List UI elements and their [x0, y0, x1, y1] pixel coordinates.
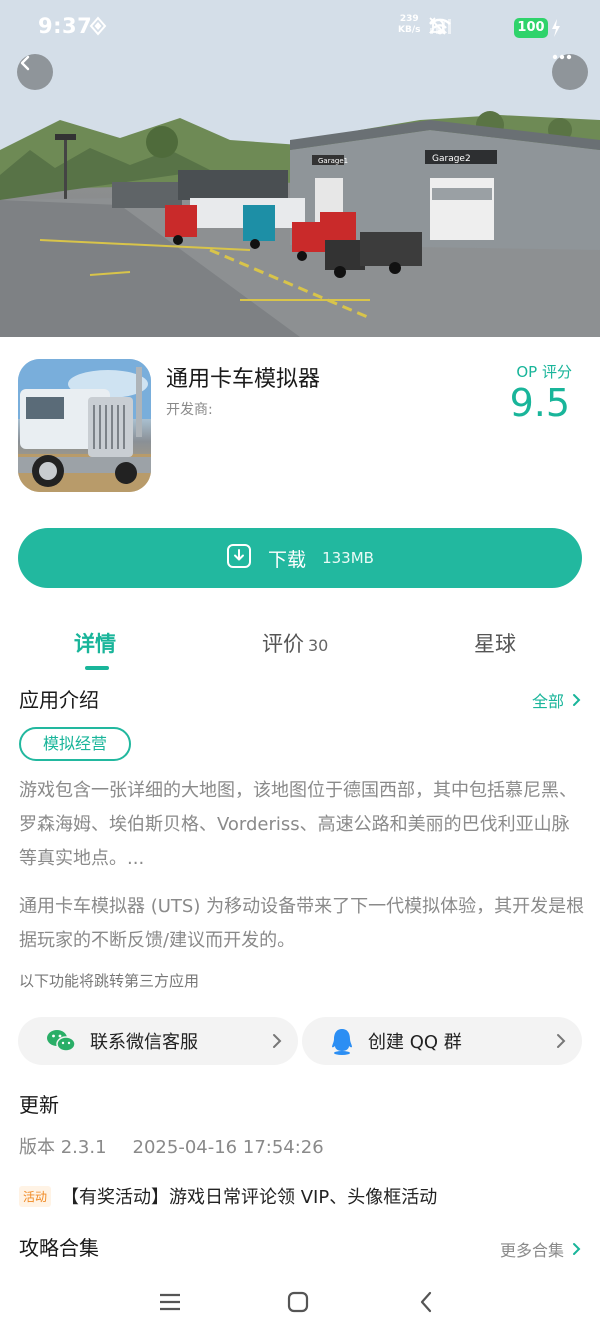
- tab-bar: 详情 评价 30 星球: [0, 620, 600, 670]
- version-info: 版本 2.3.1 2025-04-16 17:54:26: [19, 1133, 324, 1159]
- menu-icon: [160, 1293, 180, 1311]
- intro-paragraph-1: 游戏包含一张详细的大地图，该地图位于德国西部，其中包括慕尼黑、罗森海姆、埃伯斯贝…: [19, 780, 577, 869]
- system-back-button[interactable]: [406, 1282, 446, 1322]
- net-speed: 239 KB/s: [398, 14, 420, 36]
- tab-reviews-label: 评价: [262, 632, 304, 656]
- chevron-right-icon: [573, 1243, 581, 1255]
- app-name: 通用卡车模拟器: [166, 367, 321, 392]
- developer-label: 开发商:: [166, 402, 213, 418]
- third-party-hint: 以下功能将跳转第三方应用: [19, 972, 200, 990]
- garage1-sign: Garage1: [318, 157, 348, 165]
- net-speed-unit: KB/s: [398, 25, 421, 35]
- download-label: 下载: [268, 548, 307, 571]
- category-tag[interactable]: 模拟经营: [19, 727, 132, 761]
- guides-more-label: 更多合集: [499, 1241, 564, 1260]
- more-dots-icon: [552, 54, 572, 60]
- status-time: 9:37: [38, 14, 93, 38]
- system-nav-bar: [0, 1270, 600, 1333]
- intro-more-link[interactable]: 全部: [532, 688, 582, 712]
- intro-more-label: 全部: [531, 692, 564, 711]
- back-button[interactable]: [17, 54, 53, 90]
- home-button[interactable]: [278, 1282, 318, 1322]
- activity-badge: 活动: [19, 1185, 52, 1207]
- qq-icon: [330, 1027, 354, 1055]
- contact-wechat-label: 联系微信客服: [90, 1032, 198, 1053]
- more-button[interactable]: [552, 54, 588, 90]
- activity-banner[interactable]: 活动 【有奖活动】游戏日常评论领 VIP、头像框活动: [19, 1183, 437, 1209]
- guides-more-link[interactable]: 更多合集: [500, 1237, 582, 1261]
- download-icon: [226, 543, 252, 573]
- chevron-right-icon: [272, 1033, 282, 1049]
- recent-apps-button[interactable]: [150, 1282, 190, 1322]
- status-bar: 9:37 239 KB/s 100: [0, 0, 600, 56]
- app-icon: [18, 359, 151, 492]
- rating-label: OP 评分: [516, 363, 572, 381]
- tab-reviews-count: 30: [308, 636, 329, 655]
- update-title: 更新: [19, 1093, 59, 1117]
- download-button[interactable]: 下载 133MB: [18, 528, 582, 588]
- update-date: 2025-04-16 17:54:26: [132, 1137, 324, 1158]
- guides-title: 攻略合集: [19, 1236, 99, 1260]
- create-qq-group-label: 创建 QQ 群: [368, 1032, 462, 1053]
- create-qq-group-button[interactable]: 创建 QQ 群: [302, 1017, 582, 1065]
- tab-reviews[interactable]: 评价 30: [262, 628, 328, 658]
- intro-title: 应用介绍: [19, 688, 99, 712]
- tab-details[interactable]: 详情: [74, 628, 116, 658]
- wechat-icon: [46, 1028, 76, 1054]
- battery-icon: 100: [514, 18, 548, 38]
- app-header: 通用卡车模拟器 开发商: OP 评分 9.5: [0, 337, 600, 512]
- chevron-right-icon: [556, 1033, 566, 1049]
- rating-value: 9.5: [509, 381, 570, 425]
- chevron-left-icon: [20, 55, 30, 71]
- net-speed-value: 239: [399, 14, 419, 24]
- home-square-icon: [287, 1291, 309, 1313]
- chevron-right-icon: [573, 694, 581, 706]
- tab-planet[interactable]: 星球: [474, 628, 516, 658]
- contact-wechat-button[interactable]: 联系微信客服: [18, 1017, 298, 1065]
- intro-paragraph-2: 通用卡车模拟器 (UTS) 为移动设备带来了下一代模拟体验，其开发是根据玩家的不…: [19, 896, 585, 951]
- garage2-sign: Garage2: [432, 154, 471, 164]
- activity-text: 【有奖活动】游戏日常评论领 VIP、头像框活动: [61, 1187, 438, 1208]
- chevron-left-icon: [420, 1291, 432, 1313]
- hero-screenshot[interactable]: Garage1 Garage2 9:37 239 KB/s 100: [0, 0, 600, 337]
- version-number: 版本 2.3.1: [19, 1137, 107, 1158]
- tab-indicator: [85, 666, 109, 670]
- download-size: 133MB: [322, 549, 374, 567]
